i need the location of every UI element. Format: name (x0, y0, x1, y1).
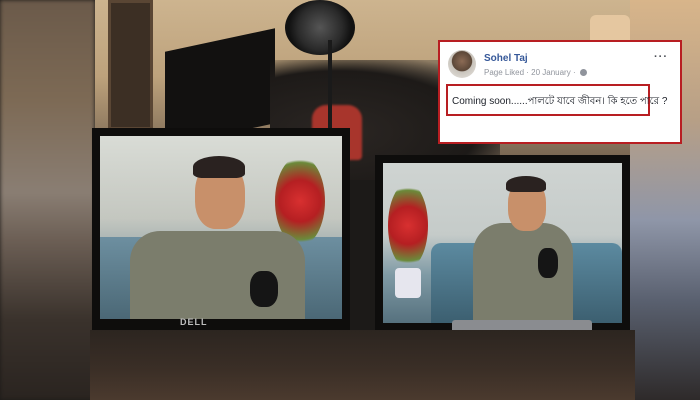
desk (90, 330, 635, 400)
actor-hair (193, 156, 245, 178)
facebook-post-card: Sohel Taj Page Liked · 20 January · ··· … (438, 40, 682, 144)
right-monitor (375, 155, 630, 333)
left-monitor (92, 128, 350, 333)
ellipsis-icon[interactable]: ··· (654, 51, 668, 63)
monitor-brand-label: DELL (180, 317, 208, 327)
wall-painting (108, 0, 153, 130)
lapel-mic (538, 248, 558, 278)
post-meta: Page Liked · 20 January · (484, 68, 587, 77)
studio-light (285, 0, 355, 55)
author-avatar[interactable] (448, 50, 476, 78)
author-name-link[interactable]: Sohel Taj (484, 53, 528, 64)
post-text: Coming soon......পালটে যাবে জীবন। কি হতে… (452, 96, 668, 107)
lapel-mic (250, 271, 278, 307)
actor-torso (473, 223, 573, 323)
actor-hair (506, 176, 546, 192)
flower-arrangement (388, 183, 428, 268)
flower-vase (395, 268, 421, 298)
left-monitor-screen (100, 136, 342, 319)
actor-torso (130, 231, 305, 319)
right-monitor-screen (383, 163, 622, 323)
highlighted-post-text-box: Coming soon......পালটে যাবে জীবন। কি হতে… (446, 84, 667, 116)
globe-icon (579, 69, 587, 77)
post-meta-text: Page Liked · 20 January · (484, 68, 576, 77)
left-blur-panel (0, 0, 95, 400)
